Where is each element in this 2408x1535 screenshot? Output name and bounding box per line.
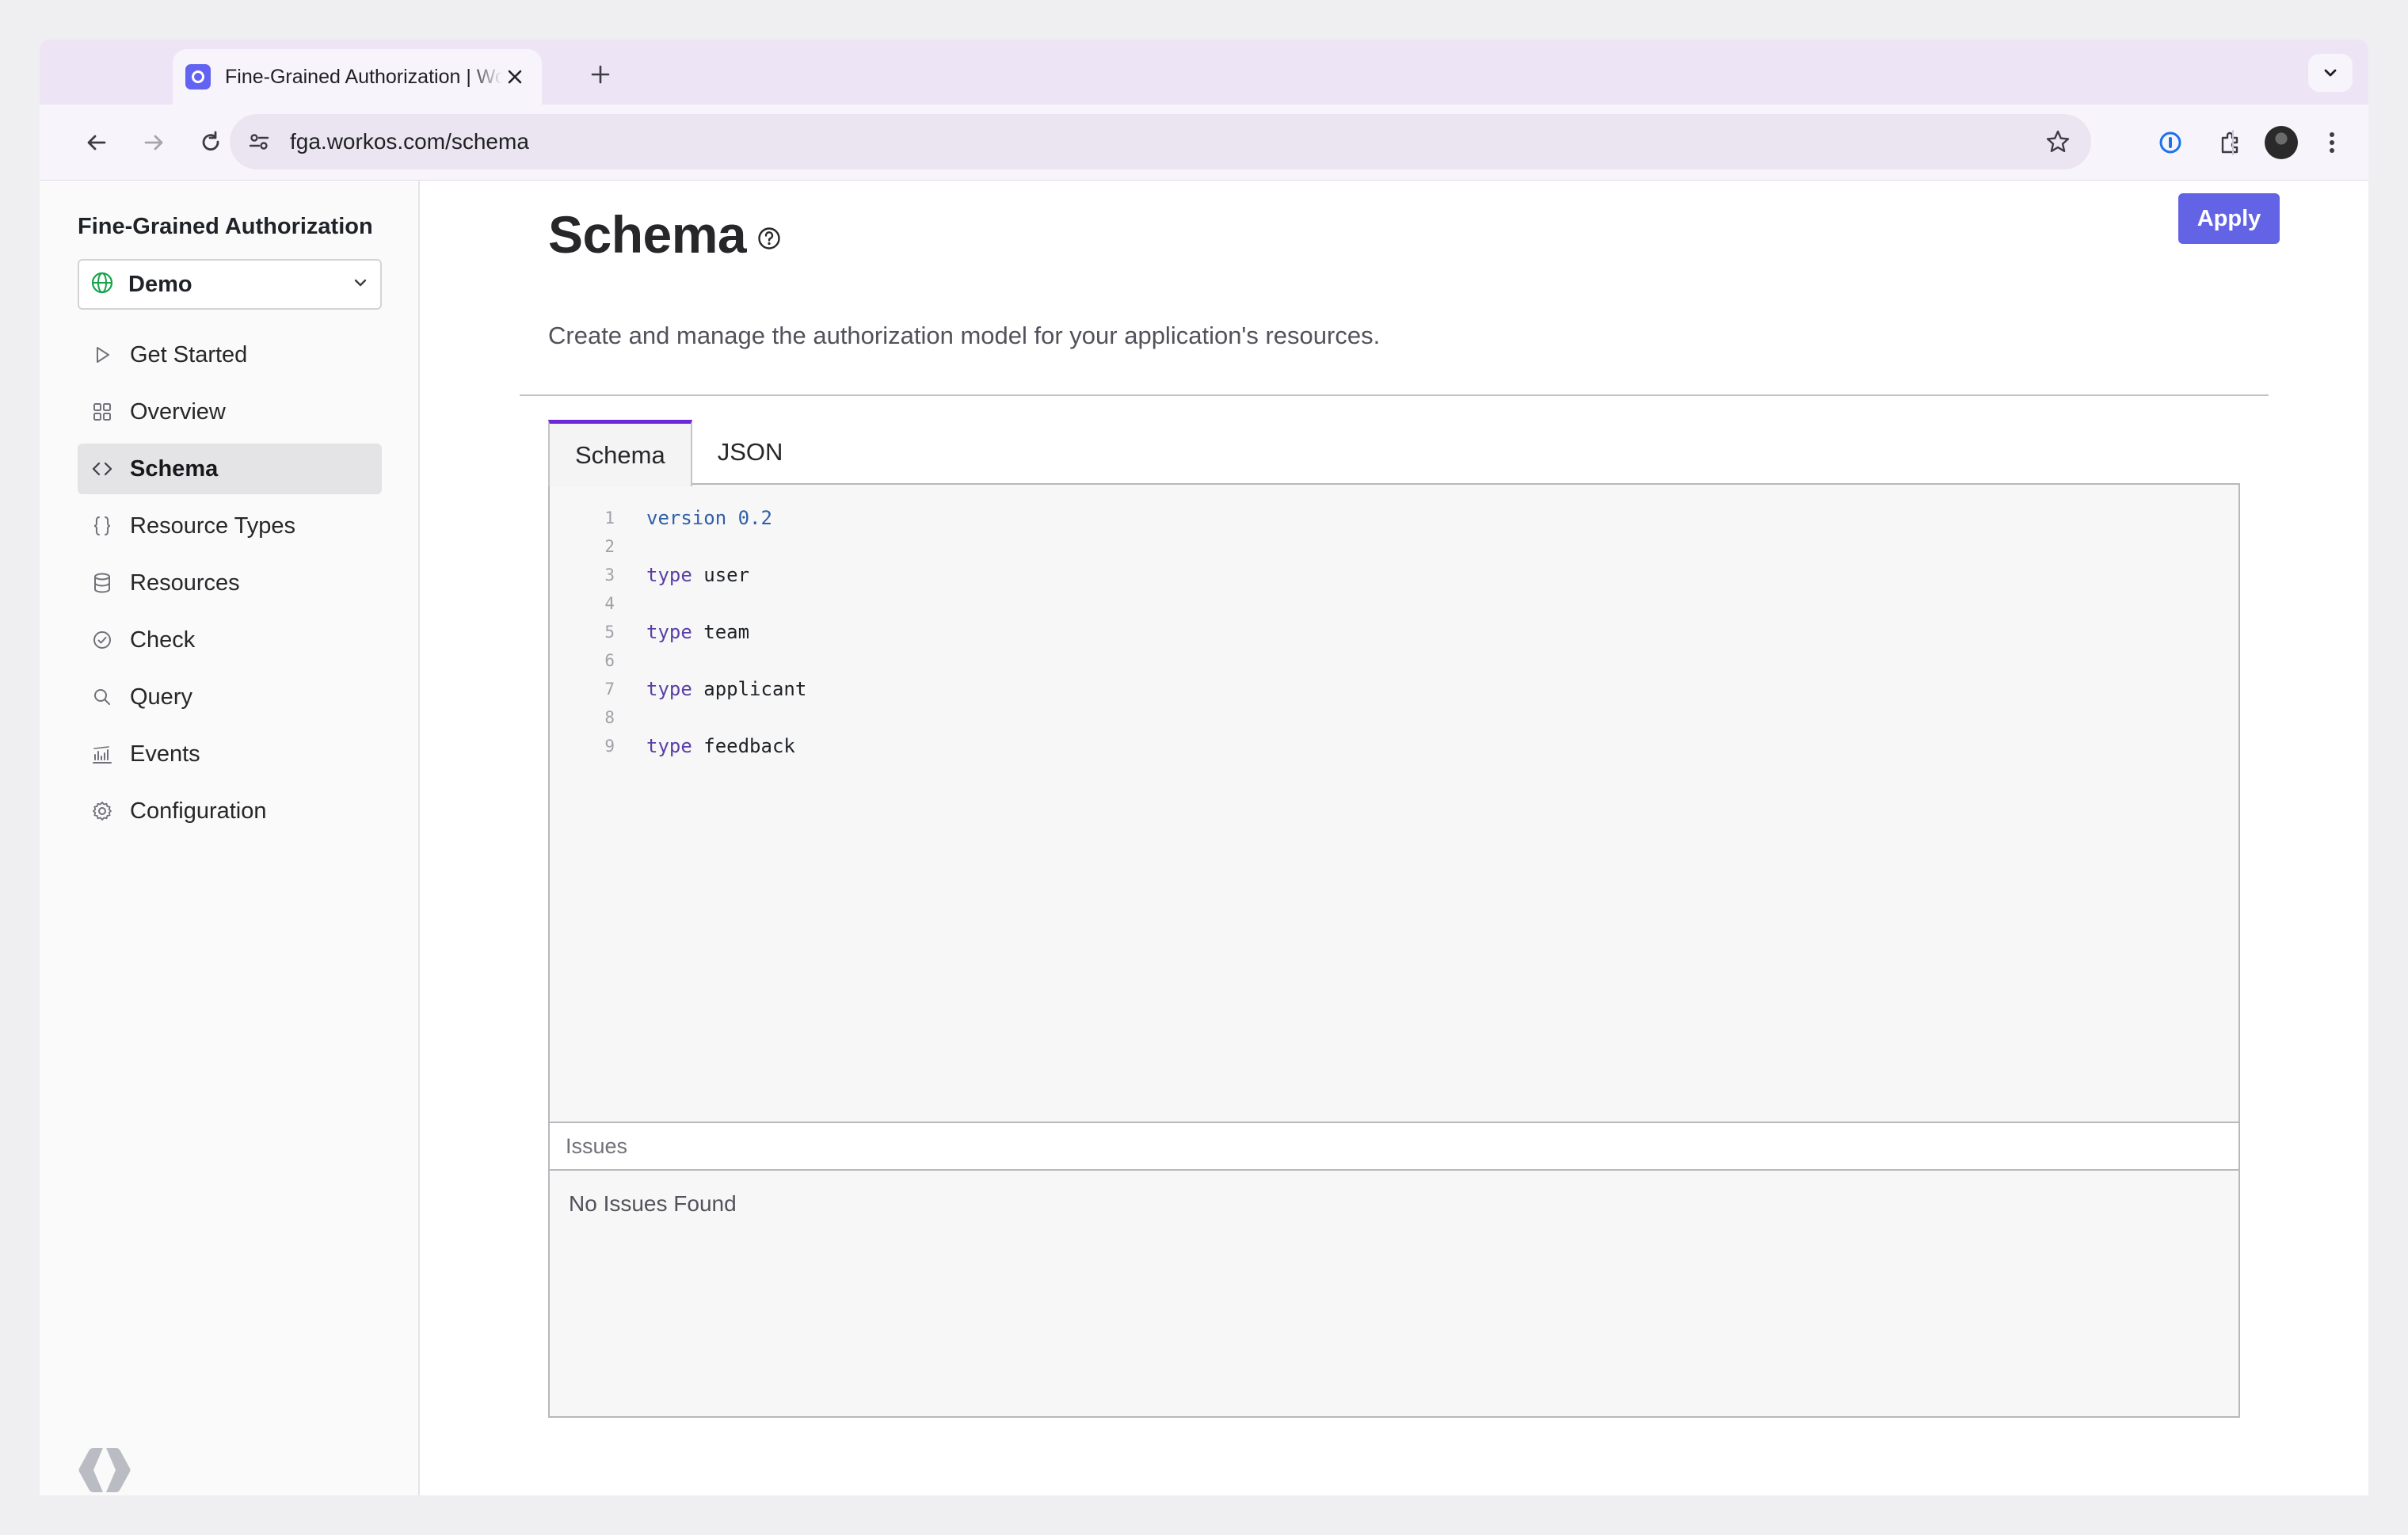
line-number: 6 [604,651,615,670]
address-bar[interactable]: fga.workos.com/schema [230,114,2091,169]
sidebar-item-label: Resource Types [130,512,296,539]
sidebar-item-configuration[interactable]: Configuration [78,786,382,836]
code-line: 1 version 0.2 [550,504,2238,532]
code-value: applicant [703,678,807,700]
environment-label: Demo [128,271,192,297]
code-icon [90,457,114,481]
code-line: 6 [550,646,2238,675]
code-value: user [703,564,750,586]
code-keyword: type [646,678,692,700]
extensions-puzzle-icon[interactable] [2210,122,2251,163]
issues-header: Issues [550,1122,2238,1171]
gear-icon [90,799,114,823]
schema-editor-panel: 1 version 0.2 2 3 type user 4 5 type tea… [548,483,2240,1418]
braces-icon [90,514,114,538]
browser-tab-title: Fine-Grained Authorization | WorkOS [225,65,502,88]
sidebar-item-label: Get Started [130,341,248,368]
browser-tab[interactable]: Fine-Grained Authorization | WorkOS [173,49,542,105]
check-circle-icon [90,628,114,652]
app: Fine-Grained Authorization Demo Get Star… [40,181,2368,1495]
code-keyword: type [646,564,692,586]
play-icon [90,343,114,367]
code-value: feedback [703,735,795,757]
sidebar-item-label: Overview [130,398,226,425]
kebab-menu-icon[interactable] [2311,122,2353,163]
sidebar-item-check[interactable]: Check [78,615,382,665]
code-line: 9 type feedback [550,732,2238,760]
environment-select[interactable]: Demo [78,259,382,310]
main-content: Schema Create and manage the authorizati… [421,181,2368,1495]
help-circle-icon[interactable] [756,225,783,252]
close-icon[interactable] [502,64,528,90]
line-number: 2 [604,537,615,556]
chevron-down-icon [352,274,369,295]
line-number: 8 [604,708,615,727]
database-icon [90,571,114,595]
code-line: 8 [550,703,2238,732]
line-number: 1 [604,508,615,528]
page-description: Create and manage the authorization mode… [548,322,1381,349]
sidebar-item-label: Query [130,684,192,710]
line-number: 3 [604,566,615,585]
sidebar-nav: Get Started Overview Schema Resource Typ… [78,329,382,843]
tab-schema[interactable]: Schema [548,420,692,486]
sidebar-item-schema[interactable]: Schema [78,444,382,494]
code-keyword: version [646,507,727,529]
sidebar-item-label: Resources [130,569,240,596]
code-value: 0.2 [737,507,772,529]
sidebar-item-resources[interactable]: Resources [78,558,382,608]
sidebar-item-label: Configuration [130,798,267,824]
sidebar-item-resource-types[interactable]: Resource Types [78,501,382,551]
sidebar-item-events[interactable]: Events [78,729,382,779]
code-line: 3 type user [550,561,2238,589]
page-title: Schema [548,205,747,264]
toolbar-divider [2232,130,2234,155]
line-number: 4 [604,594,615,613]
bookmark-star-icon[interactable] [2039,123,2077,161]
browser-tab-strip: Fine-Grained Authorization | WorkOS [40,40,2368,105]
sidebar-item-get-started[interactable]: Get Started [78,329,382,380]
issues-status: No Issues Found [569,1191,737,1216]
sidebar-item-label: Schema [130,455,219,482]
page-header: Schema [548,204,783,265]
code-editor[interactable]: 1 version 0.2 2 3 type user 4 5 type tea… [550,485,2238,1122]
bar-chart-icon [90,742,114,766]
code-keyword: type [646,735,692,757]
line-number: 9 [604,737,615,756]
forward-arrow-icon[interactable] [133,122,174,163]
line-number: 5 [604,623,615,642]
sidebar-item-label: Check [130,627,196,653]
sidebar-item-label: Events [130,741,200,767]
code-line: 7 type applicant [550,675,2238,703]
globe-icon [90,271,114,299]
code-value: team [703,621,750,643]
header-divider [520,394,2269,396]
line-number: 7 [604,680,615,699]
code-line: 4 [550,589,2238,618]
sidebar-item-overview[interactable]: Overview [78,387,382,437]
code-keyword: type [646,621,692,643]
app-title: Fine-Grained Authorization [78,214,373,239]
code-line: 2 [550,532,2238,561]
editor-tabs: Schema JSON [548,420,809,486]
new-tab-plus-icon[interactable] [583,57,618,92]
workos-favicon-icon [185,64,211,90]
profile-avatar[interactable] [2261,122,2302,163]
search-icon [90,685,114,709]
workos-logo-icon[interactable] [76,1445,133,1495]
sidebar-item-query[interactable]: Query [78,672,382,722]
tab-json[interactable]: JSON [692,420,809,485]
browser-window: Fine-Grained Authorization | WorkOS fga.… [40,40,2368,1495]
apply-button[interactable]: Apply [2178,193,2280,244]
code-line: 5 type team [550,618,2238,646]
sidebar: Fine-Grained Authorization Demo Get Star… [40,181,420,1495]
password-manager-extension-icon[interactable] [2150,122,2191,163]
tab-search-chevron-icon[interactable] [2308,54,2353,92]
grid-icon [90,400,114,424]
browser-toolbar: fga.workos.com/schema [40,105,2368,181]
reload-icon[interactable] [190,122,231,163]
back-arrow-icon[interactable] [76,122,117,163]
site-settings-icon[interactable] [241,124,277,160]
url-text[interactable]: fga.workos.com/schema [290,129,2039,154]
